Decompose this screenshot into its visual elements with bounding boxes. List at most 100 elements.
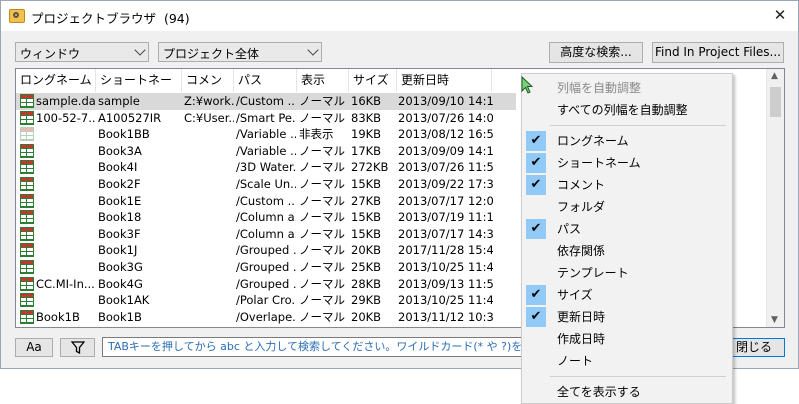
- checkmark-icon: ✔: [526, 153, 546, 173]
- table-row[interactable]: Book4I/3D Water...ノーマル 272KB 2013/07/26 11…: [16, 159, 516, 176]
- menu-item-label: サイズ: [557, 288, 593, 302]
- cell-path: /Overlape...: [236, 309, 296, 324]
- cell-short: Book3A: [98, 143, 142, 158]
- vertical-scrollbar[interactable]: ▲ ▼: [766, 69, 784, 327]
- cell-modified: 2013/07/17 12:04: [398, 193, 493, 208]
- column-header[interactable]: サイズ: [349, 69, 397, 92]
- menu-separator: [550, 125, 726, 126]
- cell-comment: [184, 276, 234, 293]
- column-header[interactable]: ロングネーム: [16, 69, 96, 92]
- checkmark-icon: ✔: [526, 175, 546, 195]
- checkmark-icon: ✔: [526, 219, 546, 239]
- table-row[interactable]: sample.datsample Z:¥work.../Custom ...ノーマ…: [16, 93, 516, 110]
- column-header[interactable]: 更新日時: [397, 69, 492, 92]
- column-header[interactable]: ショートネーム: [96, 69, 182, 109]
- menu-item[interactable]: ✔ サイズ: [522, 284, 732, 306]
- window-title-text: プロジェクトブラウザ: [31, 11, 157, 26]
- cell-short: Book2F: [98, 177, 141, 191]
- scroll-thumb[interactable]: [770, 87, 781, 117]
- menu-item[interactable]: ✔ 更新日時: [522, 306, 732, 328]
- cell-size: 20KB: [351, 243, 382, 258]
- column-header[interactable]: パス: [234, 69, 297, 92]
- menu-item[interactable]: ノート: [522, 350, 732, 372]
- workbook-icon: [20, 276, 34, 291]
- checkmark-icon: ✔: [526, 285, 546, 305]
- cell-show: ノーマル: [299, 276, 345, 291]
- menu-item[interactable]: ✔ ロングネーム: [522, 130, 732, 152]
- table-row[interactable]: Book1J/Grouped ...ノーマル 20KB 2017/11/28 15:…: [16, 242, 516, 259]
- menu-item[interactable]: すべての列幅を自動調整: [522, 99, 732, 121]
- table-row[interactable]: Book2F/Scale Un... ノーマル 15KB 2013/09/22 17:…: [16, 176, 516, 193]
- menu-item[interactable]: 依存関係: [522, 240, 732, 262]
- menu-item[interactable]: 作成日時: [522, 328, 732, 350]
- close-icon[interactable]: ✕: [770, 5, 790, 25]
- cell-comment: [184, 126, 234, 143]
- cell-comment: [184, 159, 234, 176]
- cell-long: [36, 209, 96, 226]
- menu-item[interactable]: フォルダ: [522, 196, 732, 218]
- menu-item[interactable]: ✔ パス: [522, 218, 732, 240]
- cell-long: 100-52-7...: [36, 110, 96, 125]
- cell-comment: [184, 226, 234, 243]
- filter-button[interactable]: [60, 338, 95, 357]
- menu-item-label: ノート: [557, 354, 594, 368]
- find-in-files-button[interactable]: Find In Project Files...: [652, 42, 784, 63]
- cell-comment: Z:¥work...: [184, 94, 234, 108]
- menu-item-label: パス: [557, 222, 582, 236]
- cell-long: [36, 259, 96, 276]
- column-header[interactable]: コメント: [182, 69, 234, 109]
- table-row[interactable]: Book3A/Variable ... ノーマル 17KB 2013/09/09 14…: [16, 143, 516, 160]
- cell-comment: [184, 259, 234, 276]
- cell-size: 20KB: [351, 309, 382, 324]
- match-case-button[interactable]: Aa: [15, 338, 53, 357]
- table-row[interactable]: Book1AK/Polar Cro... ノーマル 29KB 2013/10/25 1…: [16, 292, 516, 309]
- cell-modified: 2017/11/28 15:47: [398, 243, 493, 258]
- cell-path: /Grouped ...: [236, 243, 296, 258]
- table-row[interactable]: Book18/Column a...ノーマル 15KB 2013/07/19 11:…: [16, 209, 516, 226]
- cell-short: Book3G: [98, 260, 143, 274]
- workbook-icon: [20, 260, 34, 274]
- table-row[interactable]: 100-52-7... A100527IR C:¥User.../Smart Pe.…: [16, 110, 516, 127]
- cell-path: /Custom ...: [236, 94, 296, 108]
- scope-combo[interactable]: プロジェクト全体: [158, 42, 322, 62]
- column-header[interactable]: 表示: [297, 69, 349, 92]
- cell-modified: 2013/07/19 11:17: [398, 210, 493, 225]
- cell-path: /Grouped ...: [236, 276, 296, 291]
- cell-show: ノーマル: [299, 160, 345, 175]
- menu-item[interactable]: ✔ コメント: [522, 174, 732, 196]
- cell-size: 17KB: [351, 143, 382, 158]
- menu-item-label: テンプレート: [557, 266, 629, 280]
- cell-modified: 2013/07/26 14:06: [398, 110, 493, 125]
- table-row[interactable]: Book1BB/Variable ... 非表示 19KB 2013/08/12 16…: [16, 126, 516, 143]
- table-row[interactable]: Book1E/Custom ... ノーマル 27KB 2013/07/17 12:0…: [16, 193, 516, 210]
- scroll-down-icon[interactable]: ▼: [771, 315, 778, 325]
- cell-show: ノーマル: [299, 309, 345, 324]
- table-row[interactable]: Book3F/Column a...ノーマル 15KB 2013/07/17 14:…: [16, 226, 516, 243]
- table-row[interactable]: Book1B Book1B/Overlape...ノーマル 20KB 2013/11/…: [16, 309, 516, 326]
- workbook-icon: [20, 293, 34, 308]
- scroll-up-icon[interactable]: ▲: [771, 71, 778, 81]
- cell-size: 15KB: [351, 177, 382, 191]
- menu-item[interactable]: ✔ ショートネーム: [522, 152, 732, 174]
- title-bar[interactable]: プロジェクトブラウザ (94) ✕: [1, 1, 798, 31]
- workbook-icon: [20, 309, 34, 324]
- search-input[interactable]: TABキーを押してから abc と入力して検索してください。ワイルドカード(* …: [102, 337, 522, 357]
- checkmark-icon: ✔: [526, 307, 546, 327]
- cell-comment: [184, 143, 234, 160]
- cell-long: Book1B: [36, 309, 80, 324]
- cell-size: 272KB: [351, 160, 389, 175]
- cell-path: /Column a...: [236, 226, 296, 241]
- cell-long: CC.MI-In...: [36, 276, 95, 291]
- cell-path: /Variable ...: [236, 127, 296, 142]
- workbook-icon: [20, 110, 34, 125]
- cell-short: Book1B: [98, 309, 142, 324]
- advanced-search-button[interactable]: 高度な検索...: [549, 42, 643, 63]
- window-combo[interactable]: ウィンドウ: [15, 42, 149, 62]
- cell-long: sample.dat: [36, 94, 96, 108]
- table-row[interactable]: CC.MI-In...Book4G/Grouped ...ノーマル 28KB 201…: [16, 276, 516, 293]
- menu-item[interactable]: テンプレート: [522, 262, 732, 284]
- menu-item[interactable]: 全てを表示する: [522, 381, 732, 403]
- cell-short: Book18: [98, 210, 142, 225]
- table-row[interactable]: Book3G/Grouped ...ノーマル 25KB 2013/10/25 11:…: [16, 259, 516, 276]
- cell-short: sample: [98, 94, 140, 108]
